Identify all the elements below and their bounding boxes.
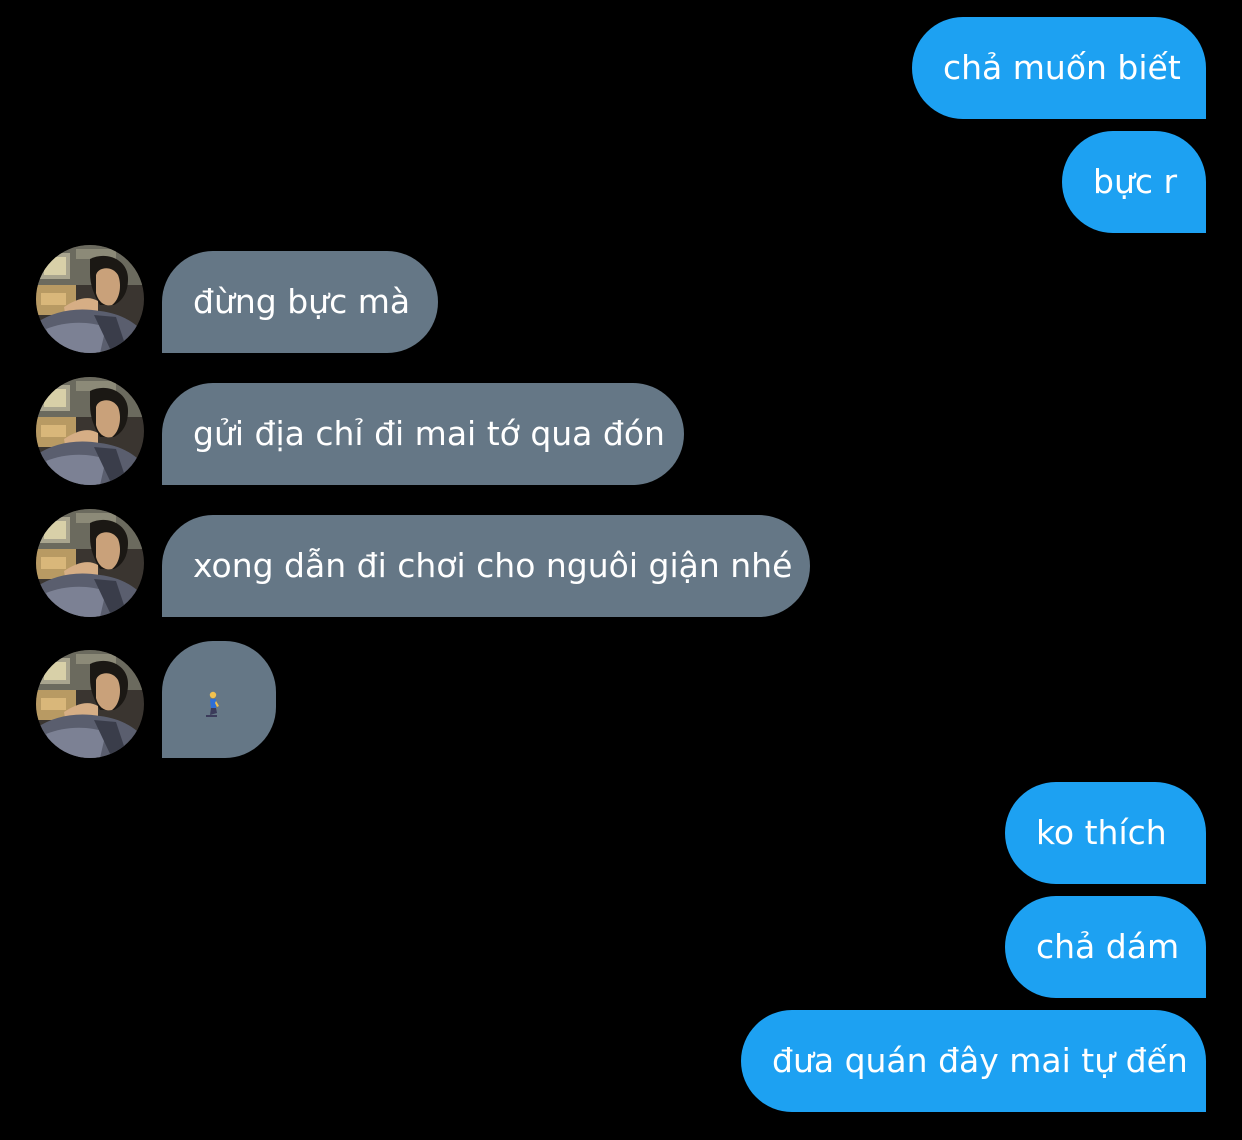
message-bubble-sent[interactable]: ko thích — [1005, 782, 1206, 884]
message-text: xong dẫn đi chơi cho nguôi giận nhé — [193, 546, 793, 585]
message-bubble-sent[interactable]: chả dám — [1005, 896, 1206, 998]
message-text: chả muốn biết — [943, 48, 1181, 87]
avatar-photo — [36, 509, 144, 617]
message-text: chả dám — [1036, 927, 1180, 966]
avatar-photo — [36, 377, 144, 485]
contact-avatar[interactable] — [36, 650, 144, 758]
message-text: đừng bực mà — [193, 282, 411, 321]
message-text: ko thích — [1036, 813, 1167, 852]
message-bubble-sent[interactable]: chả muốn biết — [912, 17, 1206, 119]
person-kneeling-icon — [202, 691, 222, 719]
message-bubble-received[interactable]: đừng bực mà — [162, 251, 438, 353]
message-bubble-sent[interactable]: bực r — [1062, 131, 1206, 233]
contact-avatar[interactable] — [36, 377, 144, 485]
message-bubble-received[interactable]: gửi địa chỉ đi mai tớ qua đón — [162, 383, 684, 485]
avatar-photo — [36, 650, 144, 758]
message-bubble-sent[interactable]: đưa quán đây mai tự đến — [741, 1010, 1206, 1112]
message-text: bực r — [1093, 162, 1178, 201]
contact-avatar[interactable] — [36, 509, 144, 617]
message-bubble-received[interactable]: xong dẫn đi chơi cho nguôi giận nhé — [162, 515, 810, 617]
message-text: đưa quán đây mai tự đến — [772, 1041, 1188, 1080]
message-text: gửi địa chỉ đi mai tớ qua đón — [193, 414, 665, 453]
avatar-photo — [36, 245, 144, 353]
contact-avatar[interactable] — [36, 245, 144, 353]
message-bubble-received-emoji[interactable] — [162, 641, 276, 758]
